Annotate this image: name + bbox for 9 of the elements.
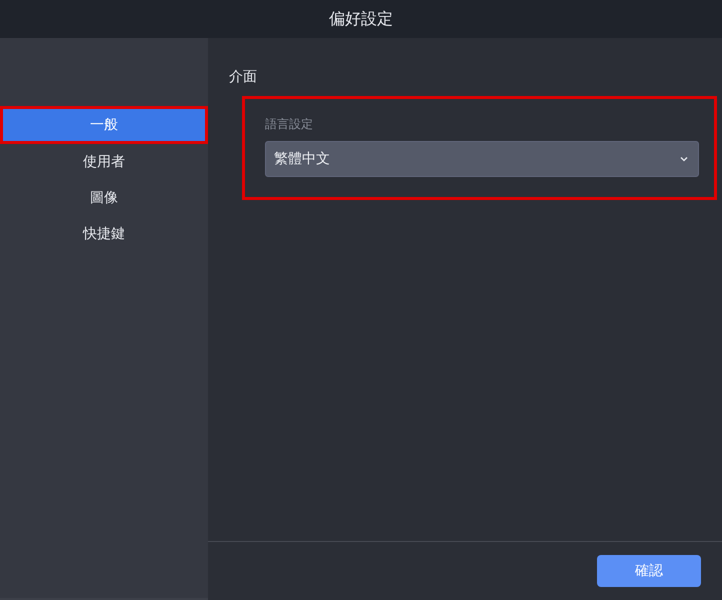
sidebar-item[interactable]: 一般 — [0, 106, 208, 144]
field-label: 語言設定 — [265, 116, 314, 133]
chevron-down-icon — [680, 156, 688, 162]
sidebar-item[interactable]: 快捷鍵 — [0, 216, 208, 252]
sidebar-item[interactable]: 圖像 — [0, 180, 208, 216]
language-dropdown[interactable]: 繁體中文 — [265, 141, 699, 177]
sidebar-item[interactable]: 使用者 — [0, 144, 208, 180]
window-title: 偏好設定 — [329, 8, 393, 30]
section-title: 介面 — [229, 68, 258, 86]
